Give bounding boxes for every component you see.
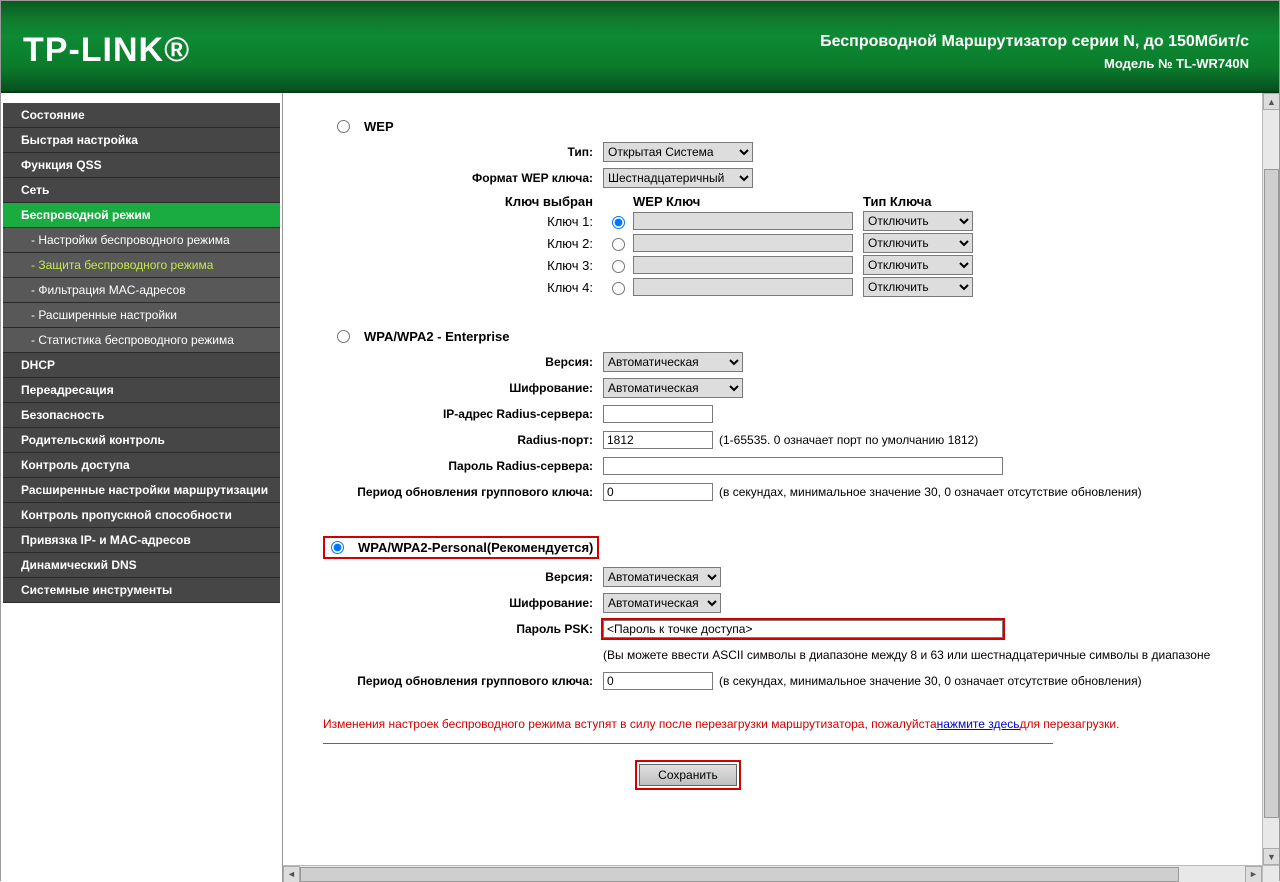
sidebar-item-1[interactable]: Быстрая настройка bbox=[3, 128, 280, 153]
vertical-scrollbar[interactable]: ▲ ▼ bbox=[1262, 93, 1279, 865]
wep-format-select[interactable]: Шестнадцатеричный bbox=[603, 168, 753, 188]
psk-enc-label: Шифрование: bbox=[323, 596, 603, 610]
ent-gk-label: Период обновления группового ключа: bbox=[323, 485, 603, 499]
wep-key-4-label: Ключ 4: bbox=[323, 280, 603, 295]
sidebar-item-0[interactable]: Состояние bbox=[3, 103, 280, 128]
scroll-corner bbox=[1262, 865, 1279, 882]
ent-gk-input[interactable] bbox=[603, 483, 713, 501]
wep-key-4-type-select[interactable]: Отключить bbox=[863, 277, 973, 297]
personal-highlight: WPA/WPA2-Personal(Рекомендуется) bbox=[323, 536, 599, 559]
ent-gk-hint: (в секундах, минимальное значение 30, 0 … bbox=[719, 485, 1142, 499]
scroll-thumb-v[interactable] bbox=[1264, 169, 1279, 818]
wep-key-3-input[interactable] bbox=[633, 256, 853, 274]
wep-key-3-radio[interactable] bbox=[612, 260, 625, 273]
scroll-left-icon[interactable]: ◄ bbox=[283, 866, 300, 882]
wep-type-select[interactable]: Открытая Система bbox=[603, 142, 753, 162]
radius-pw-label: Пароль Radius-сервера: bbox=[323, 459, 603, 473]
radius-ip-input[interactable] bbox=[603, 405, 713, 423]
security-mode-personal-radio[interactable] bbox=[331, 541, 344, 554]
psk-gk-label: Период обновления группового ключа: bbox=[323, 674, 603, 688]
security-mode-enterprise-radio[interactable] bbox=[337, 330, 350, 343]
header-banner: TP-LINK® Беспроводной Маршрутизатор сери… bbox=[1, 1, 1279, 93]
sidebar-item-10[interactable]: DHCP bbox=[3, 353, 280, 378]
wep-key-3-type-select[interactable]: Отключить bbox=[863, 255, 973, 275]
wep-key-1-input[interactable] bbox=[633, 212, 853, 230]
personal-title: WPA/WPA2-Personal(Рекомендуется) bbox=[358, 540, 593, 555]
psk-enc-select[interactable]: Автоматическая bbox=[603, 593, 721, 613]
scroll-thumb-h[interactable] bbox=[300, 867, 1179, 882]
reboot-link[interactable]: нажмите здесь bbox=[937, 717, 1020, 731]
wep-format-label: Формат WEP ключа: bbox=[323, 171, 603, 185]
sidebar-item-18[interactable]: Динамический DNS bbox=[3, 553, 280, 578]
brand-logo: TP-LINK® bbox=[23, 31, 190, 70]
psk-gk-hint: (в секундах, минимальное значение 30, 0 … bbox=[719, 674, 1142, 688]
sidebar-item-11[interactable]: Переадресация bbox=[3, 378, 280, 403]
radius-port-input[interactable] bbox=[603, 431, 713, 449]
sidebar-item-7[interactable]: - Фильтрация MAC-адресов bbox=[3, 278, 280, 303]
wep-selected-header: Ключ выбран bbox=[323, 194, 603, 209]
sidebar-item-16[interactable]: Контроль пропускной способности bbox=[3, 503, 280, 528]
wep-key-4-radio[interactable] bbox=[612, 282, 625, 295]
ent-version-select[interactable]: Автоматическая bbox=[603, 352, 743, 372]
radius-port-hint: (1-65535. 0 означает порт по умолчанию 1… bbox=[719, 433, 978, 447]
divider bbox=[323, 743, 1053, 744]
sidebar-item-17[interactable]: Привязка IP- и MAC-адресов bbox=[3, 528, 280, 553]
wep-keytype-header: Тип Ключа bbox=[863, 194, 931, 209]
ent-enc-label: Шифрование: bbox=[323, 381, 603, 395]
ent-enc-select[interactable]: Автоматическая bbox=[603, 378, 743, 398]
wep-key-2-radio[interactable] bbox=[612, 238, 625, 251]
sidebar-item-14[interactable]: Контроль доступа bbox=[3, 453, 280, 478]
wep-type-label: Тип: bbox=[323, 145, 603, 159]
wep-key-4-input[interactable] bbox=[633, 278, 853, 296]
sidebar-item-12[interactable]: Безопасность bbox=[3, 403, 280, 428]
header-title: Беспроводной Маршрутизатор серии N, до 1… bbox=[820, 33, 1249, 51]
sidebar-item-2[interactable]: Функция QSS bbox=[3, 153, 280, 178]
security-mode-wep-radio[interactable] bbox=[337, 120, 350, 133]
wep-title: WEP bbox=[364, 119, 394, 134]
main-content: WEP Тип: Открытая Система Формат WEP клю… bbox=[282, 93, 1279, 882]
sidebar-item-3[interactable]: Сеть bbox=[3, 178, 280, 203]
scroll-down-icon[interactable]: ▼ bbox=[1263, 848, 1279, 865]
wep-key-1-label: Ключ 1: bbox=[323, 214, 603, 229]
wep-key-2-label: Ключ 2: bbox=[323, 236, 603, 251]
save-button[interactable]: Сохранить bbox=[639, 764, 737, 786]
psk-pw-label: Пароль PSK: bbox=[323, 622, 603, 636]
sidebar-item-15[interactable]: Расширенные настройки маршрутизации bbox=[3, 478, 280, 503]
psk-version-label: Версия: bbox=[323, 570, 603, 584]
psk-pw-input[interactable] bbox=[603, 620, 1003, 638]
enterprise-title: WPA/WPA2 - Enterprise bbox=[364, 329, 509, 344]
radius-pw-input[interactable] bbox=[603, 457, 1003, 475]
sidebar-item-5[interactable]: - Настройки беспроводного режима bbox=[3, 228, 280, 253]
sidebar-item-19[interactable]: Системные инструменты bbox=[3, 578, 280, 603]
scroll-right-icon[interactable]: ► bbox=[1245, 866, 1262, 882]
wep-key-3-label: Ключ 3: bbox=[323, 258, 603, 273]
sidebar-item-9[interactable]: - Статистика беспроводного режима bbox=[3, 328, 280, 353]
psk-version-select[interactable]: Автоматическая bbox=[603, 567, 721, 587]
wep-key-1-type-select[interactable]: Отключить bbox=[863, 211, 973, 231]
sidebar-item-13[interactable]: Родительский контроль bbox=[3, 428, 280, 453]
reboot-warning: Изменения настроек беспроводного режима … bbox=[323, 717, 1269, 731]
radius-ip-label: IP-адрес Radius-сервера: bbox=[323, 407, 603, 421]
psk-pw-hint: (Вы можете ввести ASCII символы в диапаз… bbox=[603, 648, 1210, 662]
wep-key-1-radio[interactable] bbox=[612, 216, 625, 229]
ent-version-label: Версия: bbox=[323, 355, 603, 369]
wep-key-2-input[interactable] bbox=[633, 234, 853, 252]
wep-key-header: WEP Ключ bbox=[633, 194, 863, 209]
psk-gk-input[interactable] bbox=[603, 672, 713, 690]
sidebar-item-8[interactable]: - Расширенные настройки bbox=[3, 303, 280, 328]
sidebar-item-6[interactable]: - Защита беспроводного режима bbox=[3, 253, 280, 278]
wep-key-2-type-select[interactable]: Отключить bbox=[863, 233, 973, 253]
header-model: Модель № TL-WR740N bbox=[1104, 56, 1249, 71]
sidebar-item-4[interactable]: Беспроводной режим bbox=[3, 203, 280, 228]
horizontal-scrollbar[interactable]: ◄ ► bbox=[283, 865, 1262, 882]
sidebar-nav: СостояниеБыстрая настройкаФункция QSSСет… bbox=[1, 93, 282, 882]
radius-port-label: Radius-порт: bbox=[323, 433, 603, 447]
scroll-up-icon[interactable]: ▲ bbox=[1263, 93, 1279, 110]
